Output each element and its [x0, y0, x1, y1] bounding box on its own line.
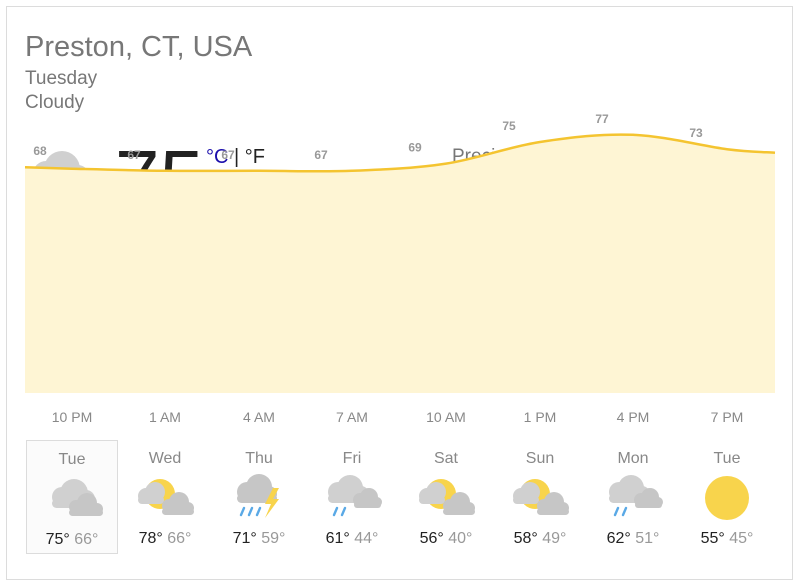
- unit-toggle: °C | °F: [206, 146, 265, 168]
- forecast-high: 78°: [138, 530, 163, 547]
- rain-showers-icon: [609, 475, 663, 517]
- forecast-day-sat[interactable]: Sat 56° 40°: [400, 440, 492, 554]
- forecast-day-name: Wed: [148, 450, 182, 467]
- forecast-day-fri[interactable]: Fri 61° 44°: [306, 440, 398, 554]
- unit-separator: |: [228, 146, 245, 168]
- forecast-temps: 55° 45°: [681, 529, 773, 549]
- hour-tick-label: 4 AM: [243, 409, 275, 425]
- forecast-low: 40°: [448, 530, 473, 547]
- forecast-day-name: Thu: [245, 450, 273, 467]
- forecast-high: 62°: [606, 530, 631, 547]
- hour-tick-label: 10 AM: [426, 409, 466, 425]
- cloudy-icon: [33, 151, 100, 197]
- forecast-day-name: Sat: [433, 450, 458, 467]
- forecast-temps: 62° 51°: [587, 529, 679, 549]
- hour-tick-label: 10 PM: [51, 409, 93, 425]
- forecast-temps: 61° 44°: [306, 529, 398, 549]
- celsius-toggle[interactable]: °C: [206, 146, 228, 168]
- forecast-low: 51°: [635, 530, 660, 547]
- forecast-day-tue[interactable]: Tue 55° 45°: [681, 440, 773, 554]
- forecast-temps: 78° 66°: [119, 529, 211, 549]
- tab-wind[interactable]: Wind: [651, 245, 749, 278]
- forecast-day-sun[interactable]: Sun 58° 49°: [494, 440, 586, 554]
- forecast-day-tue[interactable]: Tue 75° 66°: [26, 440, 118, 554]
- forecast-day-wed[interactable]: Wed 78° 66°: [119, 440, 211, 554]
- hour-tick-label: 7 PM: [710, 409, 744, 425]
- forecast-low: 44°: [354, 530, 379, 547]
- forecast-low: 45°: [729, 530, 754, 547]
- forecast-temps: 75° 66°: [27, 530, 117, 550]
- forecast-low: 49°: [542, 530, 567, 547]
- forecast-day-mon[interactable]: Mon 62° 51°: [587, 440, 679, 554]
- current-temperature: 75: [115, 134, 204, 223]
- partly-cloudy-icon: [138, 479, 194, 515]
- condition-label: Cloudy: [25, 92, 85, 113]
- forecast-low: 66°: [167, 530, 192, 547]
- forecast-day-name: Mon: [617, 450, 649, 467]
- forecast-day-name: Tue: [713, 450, 741, 467]
- sunny-icon: [705, 476, 749, 520]
- cloudy-icon: [52, 479, 103, 516]
- hour-tick-label: 4 PM: [616, 409, 650, 425]
- humidity-detail: Humidity: 98%: [452, 173, 575, 194]
- forecast-high: 58°: [513, 530, 538, 547]
- chart-tabs: Temperature Precipitation Wind: [452, 244, 750, 279]
- hour-tick-label: 1 AM: [149, 409, 181, 425]
- forecast-high: 55°: [700, 530, 725, 547]
- forecast-day-name: Tue: [58, 451, 86, 468]
- rain-showers-icon: [328, 475, 382, 517]
- hour-tick-label: 1 PM: [523, 409, 557, 425]
- forecast-day-name: Fri: [342, 450, 362, 467]
- tab-precipitation[interactable]: Precipitation: [552, 245, 651, 278]
- forecast-low: 66°: [74, 531, 99, 548]
- forecast-high: 61°: [325, 530, 350, 547]
- wind-detail: Wind: 5 mph: [452, 200, 559, 221]
- forecast-temps: 58° 49°: [494, 529, 586, 549]
- partly-cloudy-icon: [513, 479, 569, 515]
- forecast-high: 75°: [45, 531, 70, 548]
- forecast-low: 59°: [261, 530, 286, 547]
- precipitation-detail: Precipitation: 10%: [452, 146, 606, 167]
- tab-temperature[interactable]: Temperature: [453, 245, 552, 278]
- weather-details: Precipitation: 10% Humidity: 98% Wind: 5…: [452, 143, 605, 224]
- hour-tick-label: 7 AM: [336, 409, 368, 425]
- forecast-high: 71°: [232, 530, 257, 547]
- location-title: Preston, CT, USA: [25, 31, 253, 63]
- forecast-day-thu[interactable]: Thu 71° 59°: [213, 440, 305, 554]
- forecast-temps: 56° 40°: [400, 529, 492, 549]
- thunderstorm-icon: [237, 474, 279, 518]
- fahrenheit-toggle[interactable]: °F: [245, 146, 265, 168]
- forecast-temps: 71° 59°: [213, 529, 305, 549]
- partly-cloudy-icon: [419, 479, 475, 515]
- day-label: Tuesday: [25, 68, 98, 89]
- forecast-day-name: Sun: [525, 450, 555, 467]
- forecast-high: 56°: [419, 530, 444, 547]
